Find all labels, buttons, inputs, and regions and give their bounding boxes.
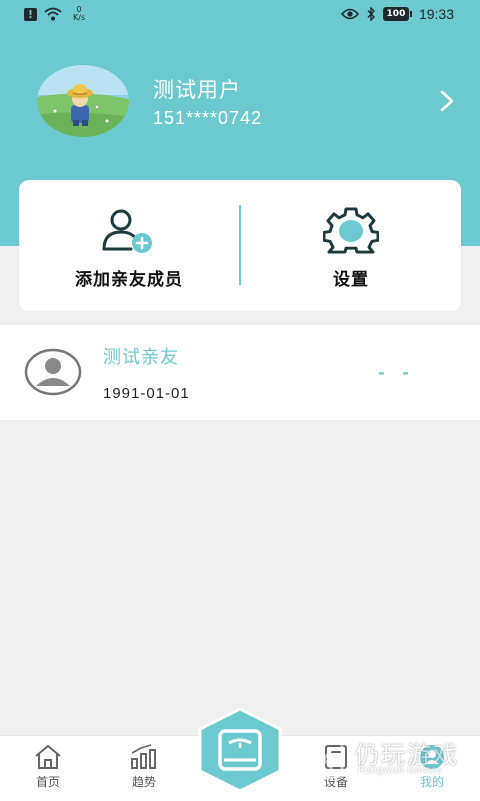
tab-home[interactable]: 首页 xyxy=(16,744,80,790)
member-value: - - xyxy=(378,363,415,382)
notification-icon: ! xyxy=(24,7,37,21)
battery-level: 100 xyxy=(382,7,409,21)
add-user-icon xyxy=(102,209,152,253)
add-member-label: 添加亲友成员 xyxy=(75,270,183,290)
action-card: 添加亲友成员 设置 xyxy=(19,180,461,311)
status-bar: ! 0 K/s 100 19:33 xyxy=(0,0,480,30)
eye-icon xyxy=(340,8,359,20)
chevron-right-icon[interactable] xyxy=(434,88,460,114)
status-time: 19:33 xyxy=(418,6,454,22)
device-icon xyxy=(325,745,347,769)
settings-button[interactable]: 设置 xyxy=(241,180,461,311)
scale-button[interactable] xyxy=(196,707,284,793)
battery-tip xyxy=(409,11,412,17)
member-list-item[interactable]: 测试亲友 1991-01-01 - - xyxy=(0,325,480,420)
avatar-illustration xyxy=(37,65,129,137)
add-member-button[interactable]: 添加亲友成员 xyxy=(19,180,239,311)
settings-label: 设置 xyxy=(333,270,369,290)
tab-mine-label: 我的 xyxy=(419,775,444,789)
tab-device-label: 设备 xyxy=(323,775,348,789)
tab-trend[interactable]: 趋势 xyxy=(112,744,176,790)
tab-trend-label: 趋势 xyxy=(131,775,156,789)
bluetooth-icon xyxy=(367,7,375,21)
user-name: 测试用户 xyxy=(153,78,241,102)
tab-home-label: 首页 xyxy=(35,775,60,789)
trend-icon xyxy=(131,744,156,769)
profile-icon xyxy=(420,745,444,769)
tab-mine[interactable]: 我的 xyxy=(400,744,464,790)
wifi-icon xyxy=(44,7,62,21)
member-name: 测试亲友 xyxy=(103,347,179,368)
net-speed: 0 K/s xyxy=(73,6,85,22)
net-speed-unit: K/s xyxy=(73,13,86,22)
home-icon xyxy=(35,745,61,769)
battery-indicator: 100 xyxy=(382,7,412,21)
user-avatar[interactable] xyxy=(37,65,129,137)
status-left: ! 0 K/s xyxy=(24,6,85,22)
gear-icon xyxy=(323,207,379,254)
user-phone: 151****0742 xyxy=(153,108,263,128)
status-right: 100 19:33 xyxy=(340,6,454,22)
tab-device[interactable]: 设备 xyxy=(304,744,368,790)
member-birth-date: 1991-01-01 xyxy=(103,385,190,402)
member-avatar-icon xyxy=(24,348,82,396)
